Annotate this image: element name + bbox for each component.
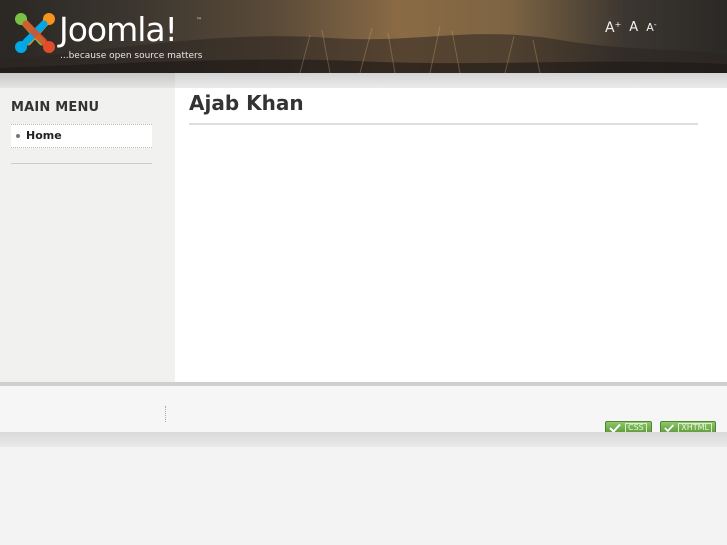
site-header: Joomla! ™ ...because open source matters… — [0, 0, 727, 73]
font-size-controls: A+ A A- — [605, 17, 657, 35]
main-menu-title: MAIN MENU — [11, 100, 100, 115]
font-increase-label: A — [605, 20, 615, 36]
sidebar: MAIN MENU Home — [0, 88, 175, 382]
sidebar-divider — [11, 163, 152, 164]
font-reset-button[interactable]: A — [629, 21, 638, 35]
page-title: Ajab Khan — [189, 91, 304, 115]
main-content: Ajab Khan — [175, 88, 727, 382]
font-decrease-button[interactable]: A- — [646, 20, 657, 35]
joomla-logo-icon[interactable] — [14, 12, 56, 54]
font-decrease-sup: - — [653, 20, 657, 29]
font-increase-button[interactable]: A+ — [605, 20, 622, 36]
badge-label: XHTML — [678, 422, 712, 433]
footer-bottom-band — [0, 432, 727, 447]
main-menu-list: Home — [11, 124, 152, 148]
font-decrease-label: A — [646, 21, 654, 34]
logo-trademark: ™ — [196, 17, 202, 24]
logo-tagline: ...because open source matters — [60, 51, 203, 61]
checkmark-icon — [609, 423, 621, 433]
menu-item-label: Home — [26, 129, 62, 142]
bullet-icon — [16, 134, 20, 138]
header-shadow-band — [0, 73, 727, 88]
font-increase-sup: + — [614, 20, 622, 29]
checkmark-icon — [664, 423, 675, 432]
logo-wordmark[interactable]: Joomla! — [59, 12, 178, 48]
footer-dotted-divider — [165, 406, 167, 422]
title-divider — [189, 123, 698, 125]
menu-item-home[interactable]: Home — [11, 125, 152, 147]
badge-label: CSS — [625, 422, 647, 433]
footer: CSS XHTML — [0, 386, 727, 434]
